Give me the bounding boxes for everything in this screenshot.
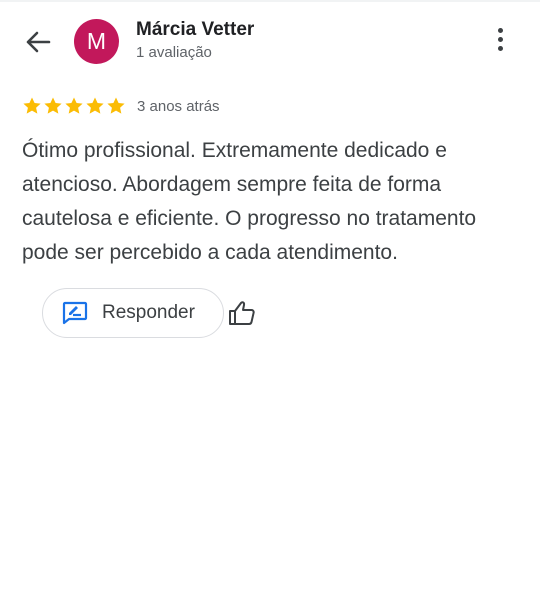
reviewer-name[interactable]: Márcia Vetter bbox=[136, 19, 254, 41]
star-icon bbox=[107, 97, 125, 114]
review-text: Ótimo profissional. Extremamente dedicad… bbox=[22, 139, 477, 264]
reviewer-review-count: 1 avaliação bbox=[136, 44, 212, 61]
more-options-button[interactable] bbox=[488, 28, 512, 56]
reply-label: Responder bbox=[102, 302, 195, 323]
avatar[interactable]: M bbox=[74, 19, 119, 64]
star-icon bbox=[65, 97, 83, 114]
star-icon bbox=[44, 97, 62, 114]
top-divider bbox=[0, 0, 540, 2]
reply-edit-icon bbox=[62, 301, 88, 325]
review-date: 3 anos atrás bbox=[137, 97, 220, 115]
more-vertical-icon bbox=[497, 28, 503, 33]
thumbs-up-icon bbox=[229, 301, 255, 325]
star-icon bbox=[86, 97, 104, 114]
back-button[interactable] bbox=[22, 26, 54, 58]
reply-button[interactable]: Responder bbox=[42, 288, 224, 338]
like-button[interactable] bbox=[228, 300, 256, 326]
arrow-back-icon bbox=[26, 31, 51, 53]
rating-row: 3 anos atrás bbox=[22, 96, 220, 116]
star-rating bbox=[22, 96, 127, 116]
avatar-letter: M bbox=[86, 28, 107, 54]
star-icon bbox=[23, 97, 41, 114]
